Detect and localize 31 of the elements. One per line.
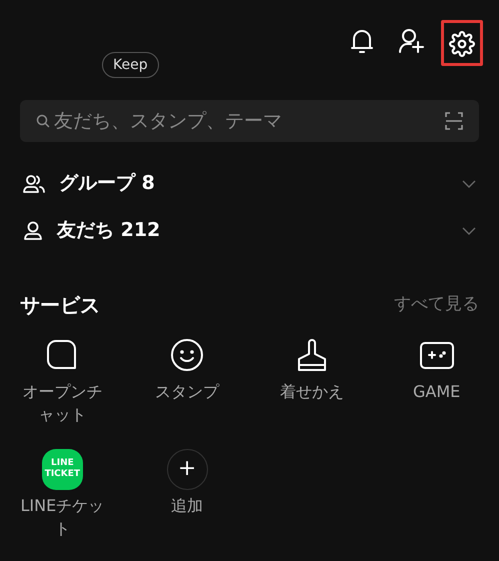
chevron-down-icon xyxy=(462,226,476,234)
brush-icon xyxy=(296,338,328,372)
service-label[interactable]: 着せかえ xyxy=(268,380,355,403)
group-icon xyxy=(23,174,45,194)
add-button[interactable]: + xyxy=(166,448,208,490)
keep-badge[interactable]: Keep xyxy=(102,52,159,78)
bell-icon xyxy=(350,28,374,54)
smile-icon xyxy=(170,338,204,372)
settings-icon xyxy=(449,31,475,57)
list-row[interactable]: グループ 8 xyxy=(0,160,499,207)
search-icon xyxy=(36,114,50,128)
scan-icon[interactable] xyxy=(445,112,463,130)
list-label: グループ 8 xyxy=(59,171,156,196)
game-controller-icon xyxy=(418,340,455,370)
service-label[interactable]: GAME xyxy=(394,380,480,403)
add-person-icon xyxy=(398,28,426,54)
search-field[interactable]: 友だち、スタンプ、テーマ xyxy=(54,106,441,136)
service-label[interactable]: スタンプ xyxy=(144,380,230,403)
list-label: 友だち 212 xyxy=(57,218,162,244)
list-row[interactable]: 友だち 212 xyxy=(0,207,499,254)
see-all-link[interactable]: すべて見る xyxy=(394,292,479,318)
service-label[interactable]: オープンチャット xyxy=(19,380,106,426)
service-label[interactable]: 追加 xyxy=(144,494,230,517)
logo-text: TICKET xyxy=(44,469,80,480)
logo-text: LINE xyxy=(50,458,74,469)
settings-button[interactable] xyxy=(441,20,483,66)
chevron-down-icon xyxy=(462,180,476,188)
search-bar[interactable]: 友だち、スタンプ、テーマ xyxy=(20,100,479,142)
service-label[interactable]: LINEチケット xyxy=(19,494,106,540)
section-title: サービス xyxy=(20,292,100,319)
person-icon xyxy=(23,220,43,240)
